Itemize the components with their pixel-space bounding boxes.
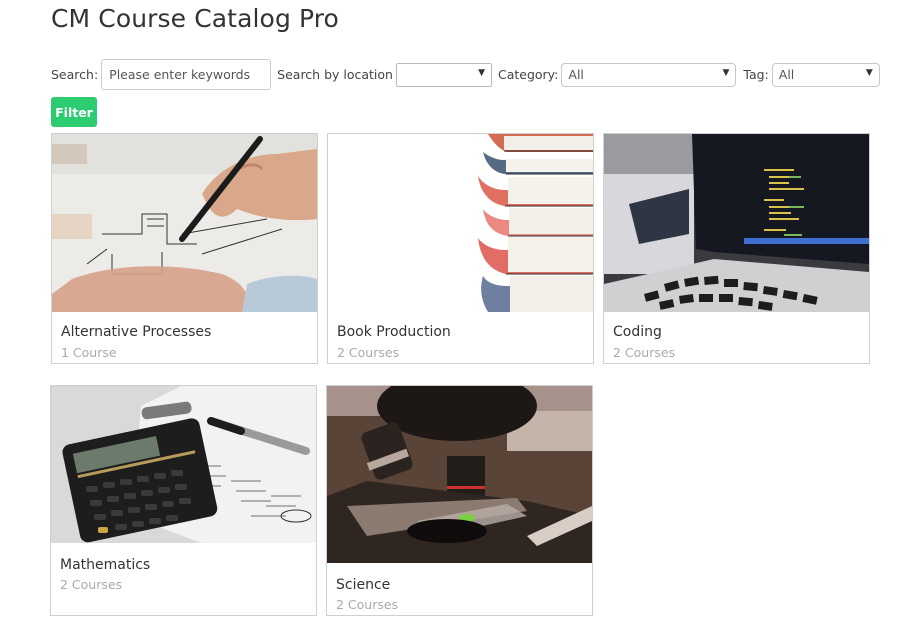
category-card[interactable]: Mathematics 2 Courses (50, 385, 317, 616)
category-name[interactable]: Science (336, 577, 390, 593)
category-value: All (568, 67, 584, 82)
course-count: 2 Courses (337, 345, 400, 360)
course-count: 2 Courses (336, 597, 399, 612)
category-card[interactable]: Coding 2 Courses (603, 133, 870, 364)
tag-select[interactable]: All ▼ (771, 62, 880, 87)
course-count: 2 Courses (613, 345, 676, 360)
category-card[interactable]: Alternative Processes 1 Course (51, 133, 318, 364)
category-name[interactable]: Book Production (337, 324, 451, 340)
tag-value: All (778, 67, 795, 82)
category-card[interactable]: Book Production 2 Courses (327, 133, 594, 364)
location-label: Search by location (277, 67, 393, 82)
category-name[interactable]: Coding (613, 324, 662, 340)
course-count: 1 Course (61, 345, 117, 360)
category-name[interactable]: Mathematics (60, 557, 150, 573)
category-card[interactable]: Science 2 Courses (326, 385, 593, 616)
page-title: CM Course Catalog Pro (51, 4, 339, 33)
architect-drawing-image[interactable] (52, 134, 317, 312)
stack-of-books-image[interactable] (328, 134, 593, 312)
course-count: 2 Courses (60, 577, 123, 592)
filter-button[interactable]: Filter (51, 97, 97, 127)
location-select[interactable]: ▼ (395, 62, 492, 87)
microscope-image[interactable] (327, 386, 592, 563)
tag-label: Tag: (743, 67, 769, 82)
calculator-image[interactable] (51, 386, 316, 543)
dropdown-arrow-icon: ▼ (722, 67, 730, 78)
filter-bar: Search: Search by location ▼ Category: A… (51, 59, 880, 90)
dropdown-arrow-icon: ▼ (478, 67, 485, 78)
category-label: Category: (497, 67, 559, 82)
search-label: Search: (51, 67, 99, 82)
search-input[interactable] (101, 59, 272, 90)
category-select[interactable]: All ▼ (561, 62, 737, 87)
laptop-code-image[interactable] (604, 134, 869, 312)
dropdown-arrow-icon: ▼ (865, 67, 873, 78)
category-name[interactable]: Alternative Processes (61, 324, 211, 340)
